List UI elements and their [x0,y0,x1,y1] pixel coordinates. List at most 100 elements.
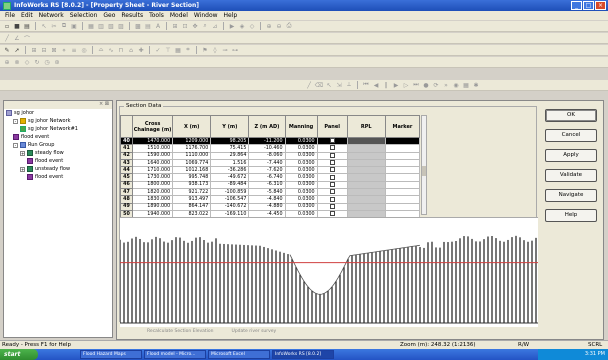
cell-manning[interactable]: 0.0300 [284,173,318,182]
panel-checkbox[interactable] [329,160,335,166]
table-row[interactable]: 42 1590.000 1110.000 29.864 -8.060 0.0300 [119,151,421,160]
validate-button[interactable]: Validate [545,169,597,182]
last-frame-icon[interactable]: ⏭ [412,81,420,89]
cell-marker[interactable] [384,195,421,204]
pan-view-icon[interactable]: ◇ [23,58,31,66]
column-header-chainage[interactable]: Cross Chainage (m) [132,115,174,138]
label-icon[interactable]: ⊤ [164,46,172,54]
tree-item[interactable]: sg johor Network#1 [4,125,112,133]
cell-y[interactable]: -106.547 [210,195,250,204]
cell-z[interactable]: -8.060 [248,151,286,160]
cell-manning[interactable]: 0.0300 [284,195,318,204]
panel-checkbox[interactable] [329,181,335,187]
save-icon[interactable]: ■ [13,22,21,30]
tree-item[interactable]: + unsteady flow [4,165,112,173]
cell-chainage[interactable]: 1590.000 [132,151,174,160]
row-number[interactable]: 48 [119,195,134,204]
table-row[interactable]: 44 1710.000 1012.168 -36.286 -7.620 0.0300 [119,166,421,175]
menu-network[interactable]: Network [36,12,67,19]
row-number[interactable]: 49 [119,202,134,211]
cell-x[interactable]: 1176.700 [172,144,212,153]
column-header-marker[interactable]: Marker [384,115,421,138]
map-icon[interactable]: ▩ [134,22,142,30]
menu-file[interactable]: File [2,12,18,19]
menu-edit[interactable]: Edit [18,12,36,19]
layers-icon[interactable]: ▨ [117,22,125,30]
row-number[interactable]: 41 [119,144,134,153]
graph-icon[interactable]: ◇ [248,22,256,30]
refresh-icon[interactable]: ↻ [33,58,41,66]
cell-y[interactable]: -89.484 [210,180,250,190]
vertex-icon[interactable]: ⋄ [60,46,68,54]
snap-icon[interactable]: ⊠ [50,46,58,54]
draw-line-icon[interactable]: ╱ [3,34,11,42]
print-icon[interactable]: ⎙ [285,22,293,30]
split-icon[interactable]: ⊞ [30,46,38,54]
bookmark-icon[interactable]: ⊛ [53,58,61,66]
table-row[interactable]: 45 1730.000 995.748 -49.672 -6.740 0.0300 [119,173,421,182]
cell-x[interactable]: 1069.774 [172,158,212,168]
speed-icon[interactable]: » [442,81,450,89]
panel-checkbox[interactable] [329,189,335,195]
cell-rpl[interactable] [346,173,386,182]
panel-checkbox[interactable] [329,211,335,217]
play-icon[interactable]: ▶ [392,81,400,89]
cell-x[interactable]: 1110.000 [172,151,212,160]
cell-rpl[interactable] [346,166,386,175]
tree-item[interactable]: - sg johor Network [4,117,112,125]
tree-item[interactable]: sg johor [4,109,112,117]
cell-y[interactable]: 1.516 [210,158,250,168]
tree-item[interactable]: - Run Group [4,141,112,149]
cell-x[interactable]: 921.722 [172,188,212,197]
row-number[interactable]: 42 [119,151,134,160]
next-frame-icon[interactable]: ▷ [402,81,410,89]
panel-close-icon[interactable]: × ⊠ [99,101,109,109]
cell-marker[interactable] [384,180,421,190]
find-icon[interactable]: ⌕ [201,22,209,30]
cell-rpl[interactable] [346,158,386,168]
cell-chainage[interactable]: 1800.000 [132,180,174,190]
draw-node-icon[interactable]: ∠ [13,34,21,42]
column-header-z[interactable]: Z (m AD) [248,115,286,138]
row-number[interactable]: 45 [119,173,134,182]
tag-icon[interactable]: ◊ [211,46,219,54]
new-icon[interactable]: ▫ [3,22,11,30]
cell-marker[interactable] [384,202,421,211]
table-row[interactable]: 48 1830.000 913.497 -106.547 -4.840 0.0300 [119,195,421,204]
column-header-manning[interactable]: Manning [284,115,318,138]
cell-z[interactable]: -5.840 [248,188,286,197]
table-row[interactable]: 43 1640.000 1069.774 1.516 -7.440 0.0300 [119,158,421,168]
row-number[interactable]: 44 [119,166,134,175]
pencil-icon[interactable]: ✎ [3,46,11,54]
zoom-box-icon[interactable]: ⊡ [181,22,189,30]
cell-marker[interactable] [384,136,421,146]
unlink-icon[interactable]: ⊶ [231,46,239,54]
link-icon[interactable]: ⊸ [221,46,229,54]
cancel-button[interactable]: Cancel [545,129,597,142]
table-row[interactable]: 49 1890.000 864.147 -140.672 -4.880 0.0300 [119,202,421,211]
cursor-icon[interactable]: ↖ [325,81,333,89]
cell-panel[interactable] [316,166,348,175]
stop-icon[interactable]: ● [422,81,430,89]
node-icon[interactable]: ◎ [80,46,88,54]
scrollbar-thumb[interactable] [422,166,426,176]
table-row[interactable]: 46 1800.000 938.173 -89.484 -6.310 0.0300 [119,180,421,190]
cell-x[interactable]: 864.147 [172,202,212,211]
cell-panel[interactable] [316,202,348,211]
cell-chainage[interactable]: 1820.000 [132,188,174,197]
panel-checkbox[interactable] [329,145,335,151]
cell-z[interactable]: -11.200 [248,136,286,146]
cell-manning[interactable]: 0.0300 [284,158,318,168]
cell-z[interactable]: -6.740 [248,173,286,182]
cut-icon[interactable]: ✂ [50,22,58,30]
cell-chainage[interactable]: 1890.000 [132,202,174,211]
expand-icon[interactable]: + [20,150,25,156]
cell-marker[interactable] [384,151,421,160]
cell-rpl[interactable] [346,144,386,153]
pointer-icon[interactable]: ⇲ [335,81,343,89]
row-number[interactable]: 47 [119,188,134,197]
draw-polygon-icon[interactable]: ⌒ [23,34,31,43]
column-header-y[interactable]: Y (m) [210,115,250,138]
cell-marker[interactable] [384,173,421,182]
apply-button[interactable]: Apply [545,149,597,162]
